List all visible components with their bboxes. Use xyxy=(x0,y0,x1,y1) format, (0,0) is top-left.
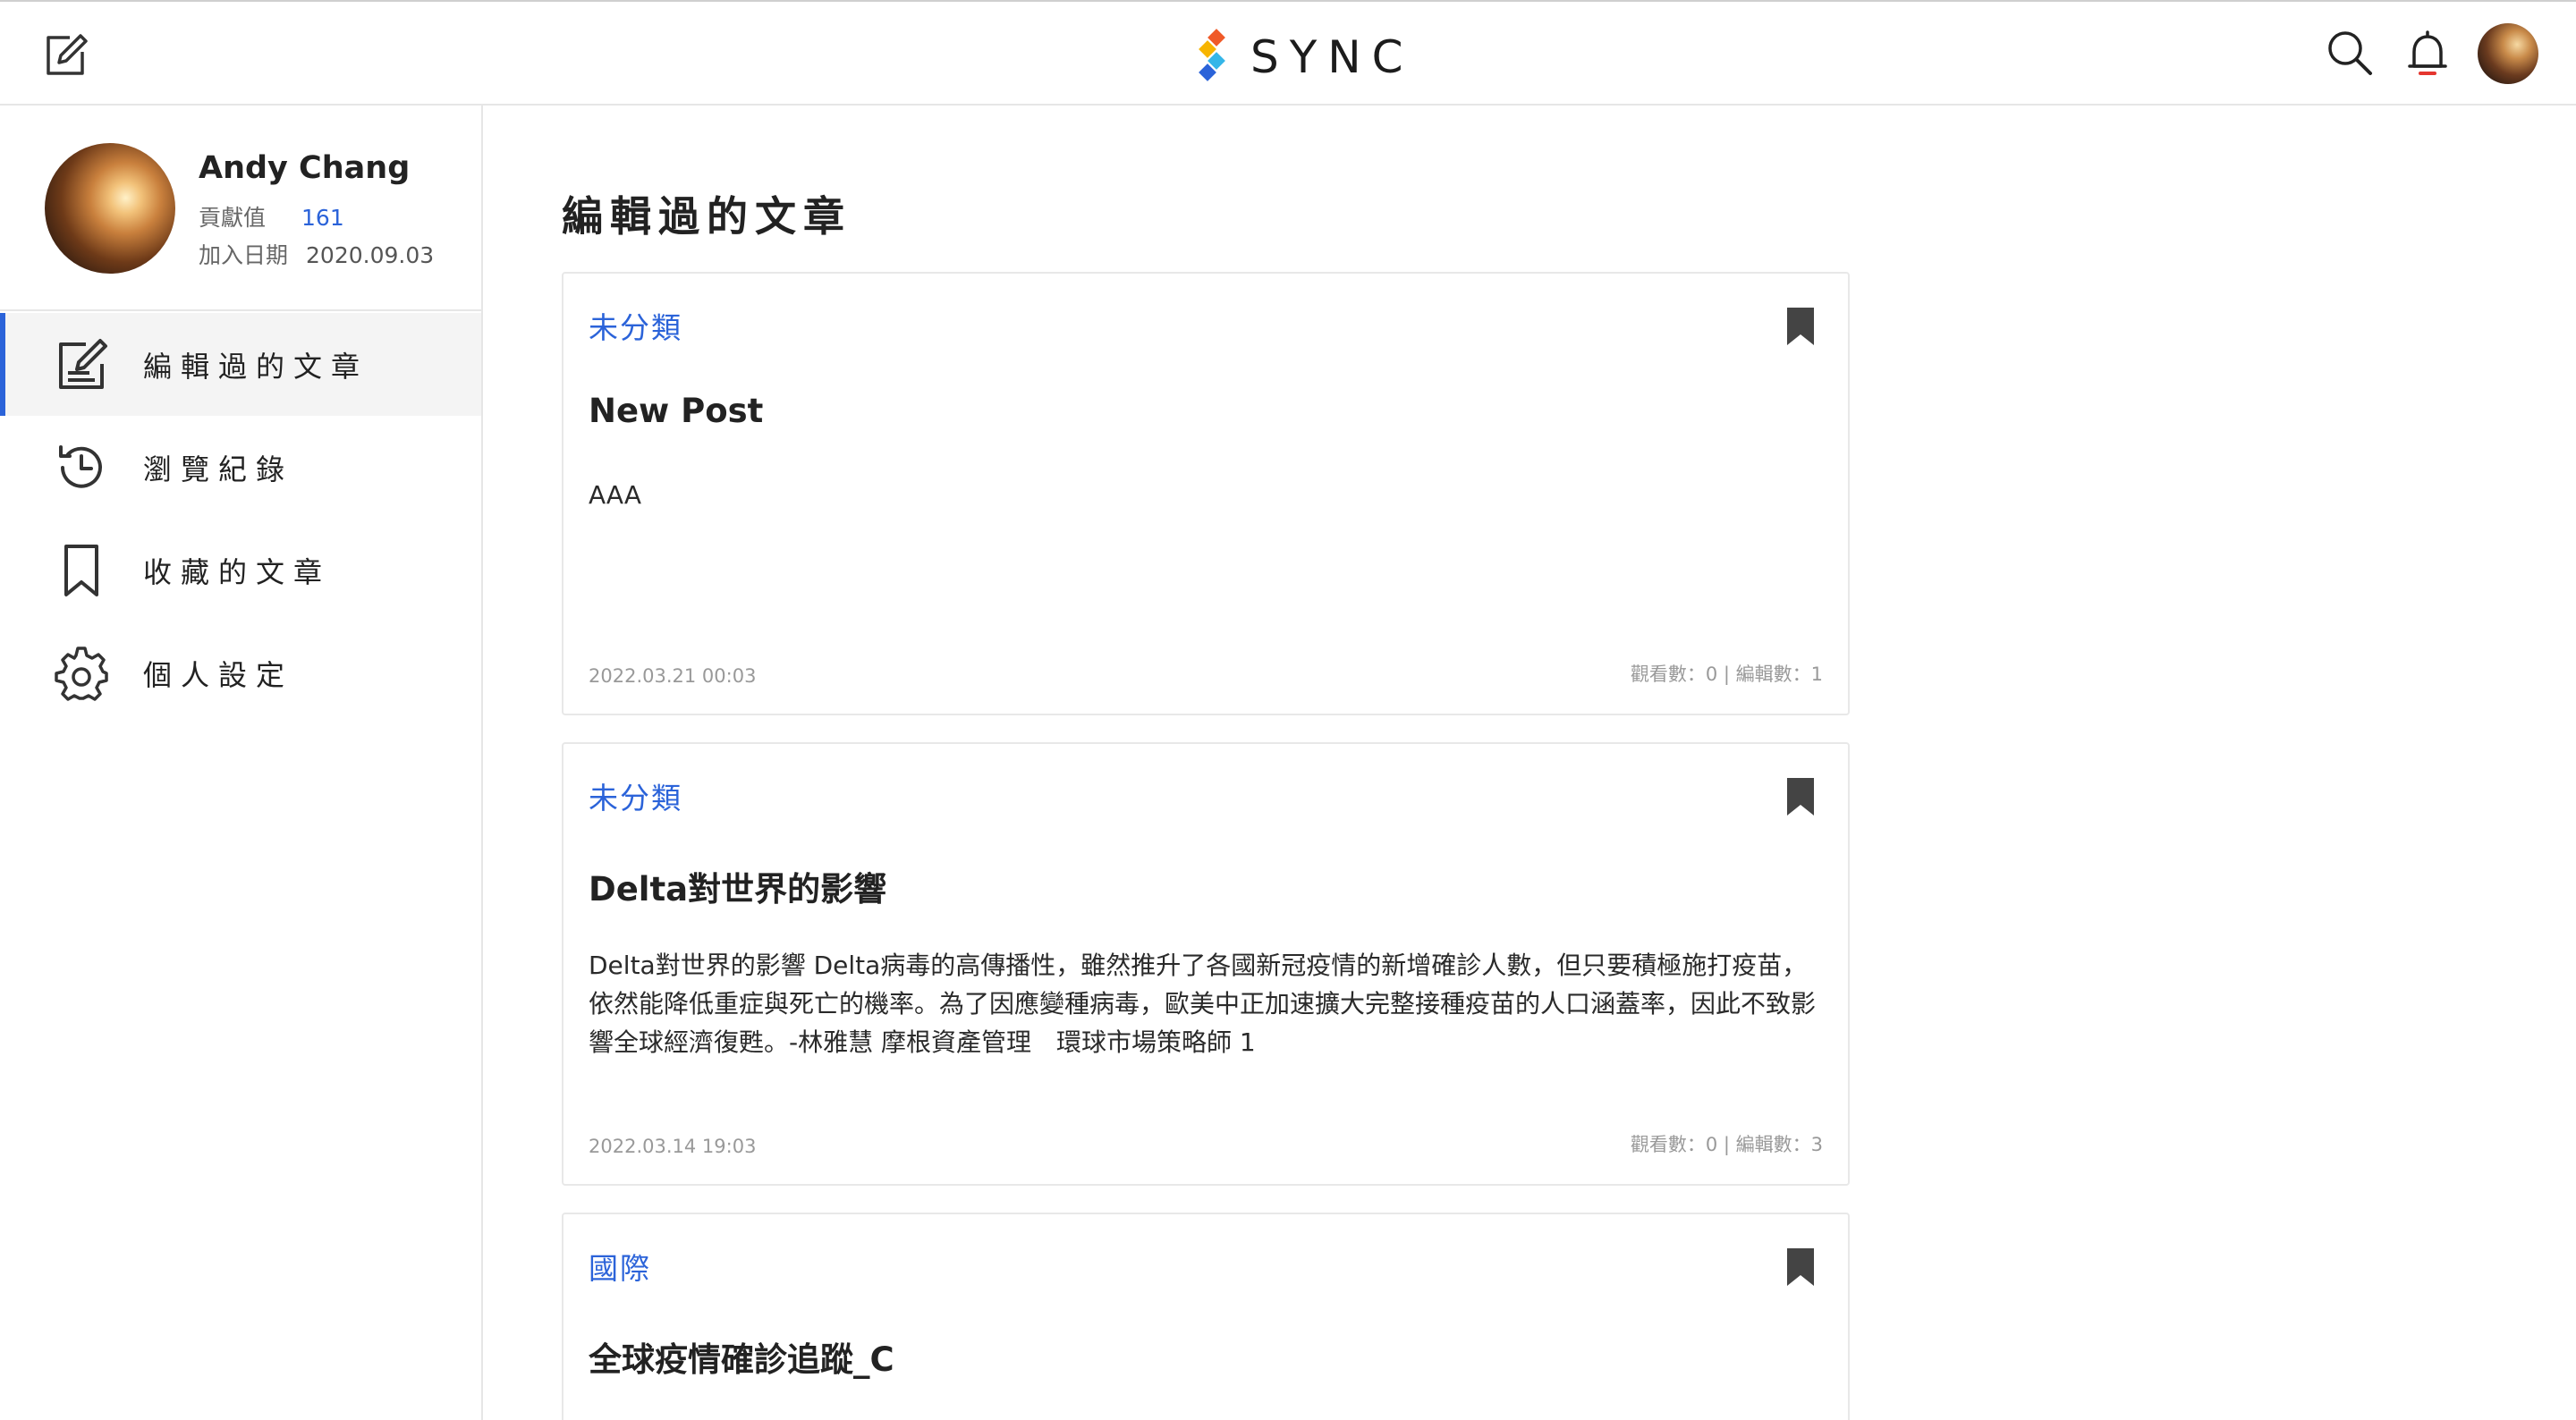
contribution-row: 貢獻值 161 xyxy=(199,200,344,232)
bookmark-icon xyxy=(1787,308,1814,345)
bookmark-button[interactable] xyxy=(1785,306,1816,347)
profile-name: Andy Chang xyxy=(199,150,411,186)
post-stats: 觀看數：0 | 編輯數：3 xyxy=(1630,1134,1823,1155)
post-card[interactable]: 國際 全球疫情確診追蹤_C xyxy=(562,1213,1850,1420)
sidebar-item-label: 個人設定 xyxy=(143,657,294,692)
post-card[interactable]: 未分類 Delta對世界的影響 Delta對世界的影響 Delta病毒的高傳播性… xyxy=(562,742,1850,1186)
app: SYNC Andy Chang 貢獻值 161 加入日期 2020.09.03 … xyxy=(0,0,2576,1420)
join-date-value: 2020.09.03 xyxy=(306,242,435,268)
post-title[interactable]: Delta對世界的影響 xyxy=(589,862,886,910)
logo-mark-icon xyxy=(1199,29,1225,81)
sidebar-item-label: 瀏覽紀錄 xyxy=(143,452,294,486)
post-category-link[interactable]: 國際 xyxy=(589,1245,651,1288)
bookmark-button[interactable] xyxy=(1785,776,1816,817)
sidebar: Andy Chang 貢獻值 161 加入日期 2020.09.03 編輯過的文章 xyxy=(0,106,483,1420)
contribution-label: 貢獻值 xyxy=(199,205,267,231)
gear-icon xyxy=(55,646,108,701)
post-category-link[interactable]: 未分類 xyxy=(589,304,682,347)
sidebar-item-label: 編輯過的文章 xyxy=(143,349,369,384)
sidebar-item-settings[interactable]: 個人設定 xyxy=(0,621,481,724)
search-button[interactable] xyxy=(2326,29,2374,77)
join-date-row: 加入日期 2020.09.03 xyxy=(199,238,434,270)
profile-card: Andy Chang 貢獻值 161 加入日期 2020.09.03 xyxy=(0,106,481,311)
contribution-value: 161 xyxy=(301,205,344,231)
bookmark-outline-icon xyxy=(64,544,98,596)
sidebar-item-edited-posts[interactable]: 編輯過的文章 xyxy=(0,313,481,416)
join-date-label: 加入日期 xyxy=(199,242,289,268)
sync-logo[interactable]: SYNC xyxy=(1195,29,1414,86)
logo-text: SYNC xyxy=(1250,31,1414,83)
post-date: 2022.03.21 00:03 xyxy=(589,665,757,687)
user-avatar-button[interactable] xyxy=(2478,23,2538,84)
search-icon xyxy=(2328,31,2372,75)
main-content: 編輯過的文章 未分類 New Post AAA 2022.03.21 00:03… xyxy=(483,106,2576,1420)
post-title[interactable]: 全球疫情確診追蹤_C xyxy=(589,1332,894,1381)
post-card[interactable]: 未分類 New Post AAA 2022.03.21 00:03 觀看數：0 … xyxy=(562,272,1850,715)
profile-avatar xyxy=(45,143,175,274)
history-icon xyxy=(59,444,102,488)
sidebar-item-history[interactable]: 瀏覽紀錄 xyxy=(0,416,481,519)
bookmark-button[interactable] xyxy=(1785,1247,1816,1288)
edit-icon xyxy=(59,338,107,389)
notification-button[interactable] xyxy=(2406,29,2449,79)
bell-icon xyxy=(2408,30,2447,75)
post-category-link[interactable]: 未分類 xyxy=(589,774,682,817)
post-stats: 觀看數：0 | 編輯數：1 xyxy=(1630,664,1823,685)
post-excerpt: AAA xyxy=(589,480,642,510)
compose-icon xyxy=(47,34,88,75)
bookmark-icon xyxy=(1787,778,1814,816)
page-title: 編輯過的文章 xyxy=(562,192,852,241)
post-excerpt: Delta對世界的影響 Delta病毒的高傳播性，雖然推升了各國新冠疫情的新增確… xyxy=(589,951,1817,1057)
post-date: 2022.03.14 19:03 xyxy=(589,1136,757,1157)
bookmark-icon xyxy=(1787,1248,1814,1286)
sidebar-item-saved-posts[interactable]: 收藏的文章 xyxy=(0,519,481,621)
sidebar-nav: 編輯過的文章 瀏覽紀錄 收藏的文章 個人設定 xyxy=(0,313,481,724)
sidebar-item-label: 收藏的文章 xyxy=(143,554,332,589)
top-bar: SYNC xyxy=(0,0,2576,106)
post-title[interactable]: New Post xyxy=(589,392,763,430)
compose-button[interactable] xyxy=(43,32,89,79)
